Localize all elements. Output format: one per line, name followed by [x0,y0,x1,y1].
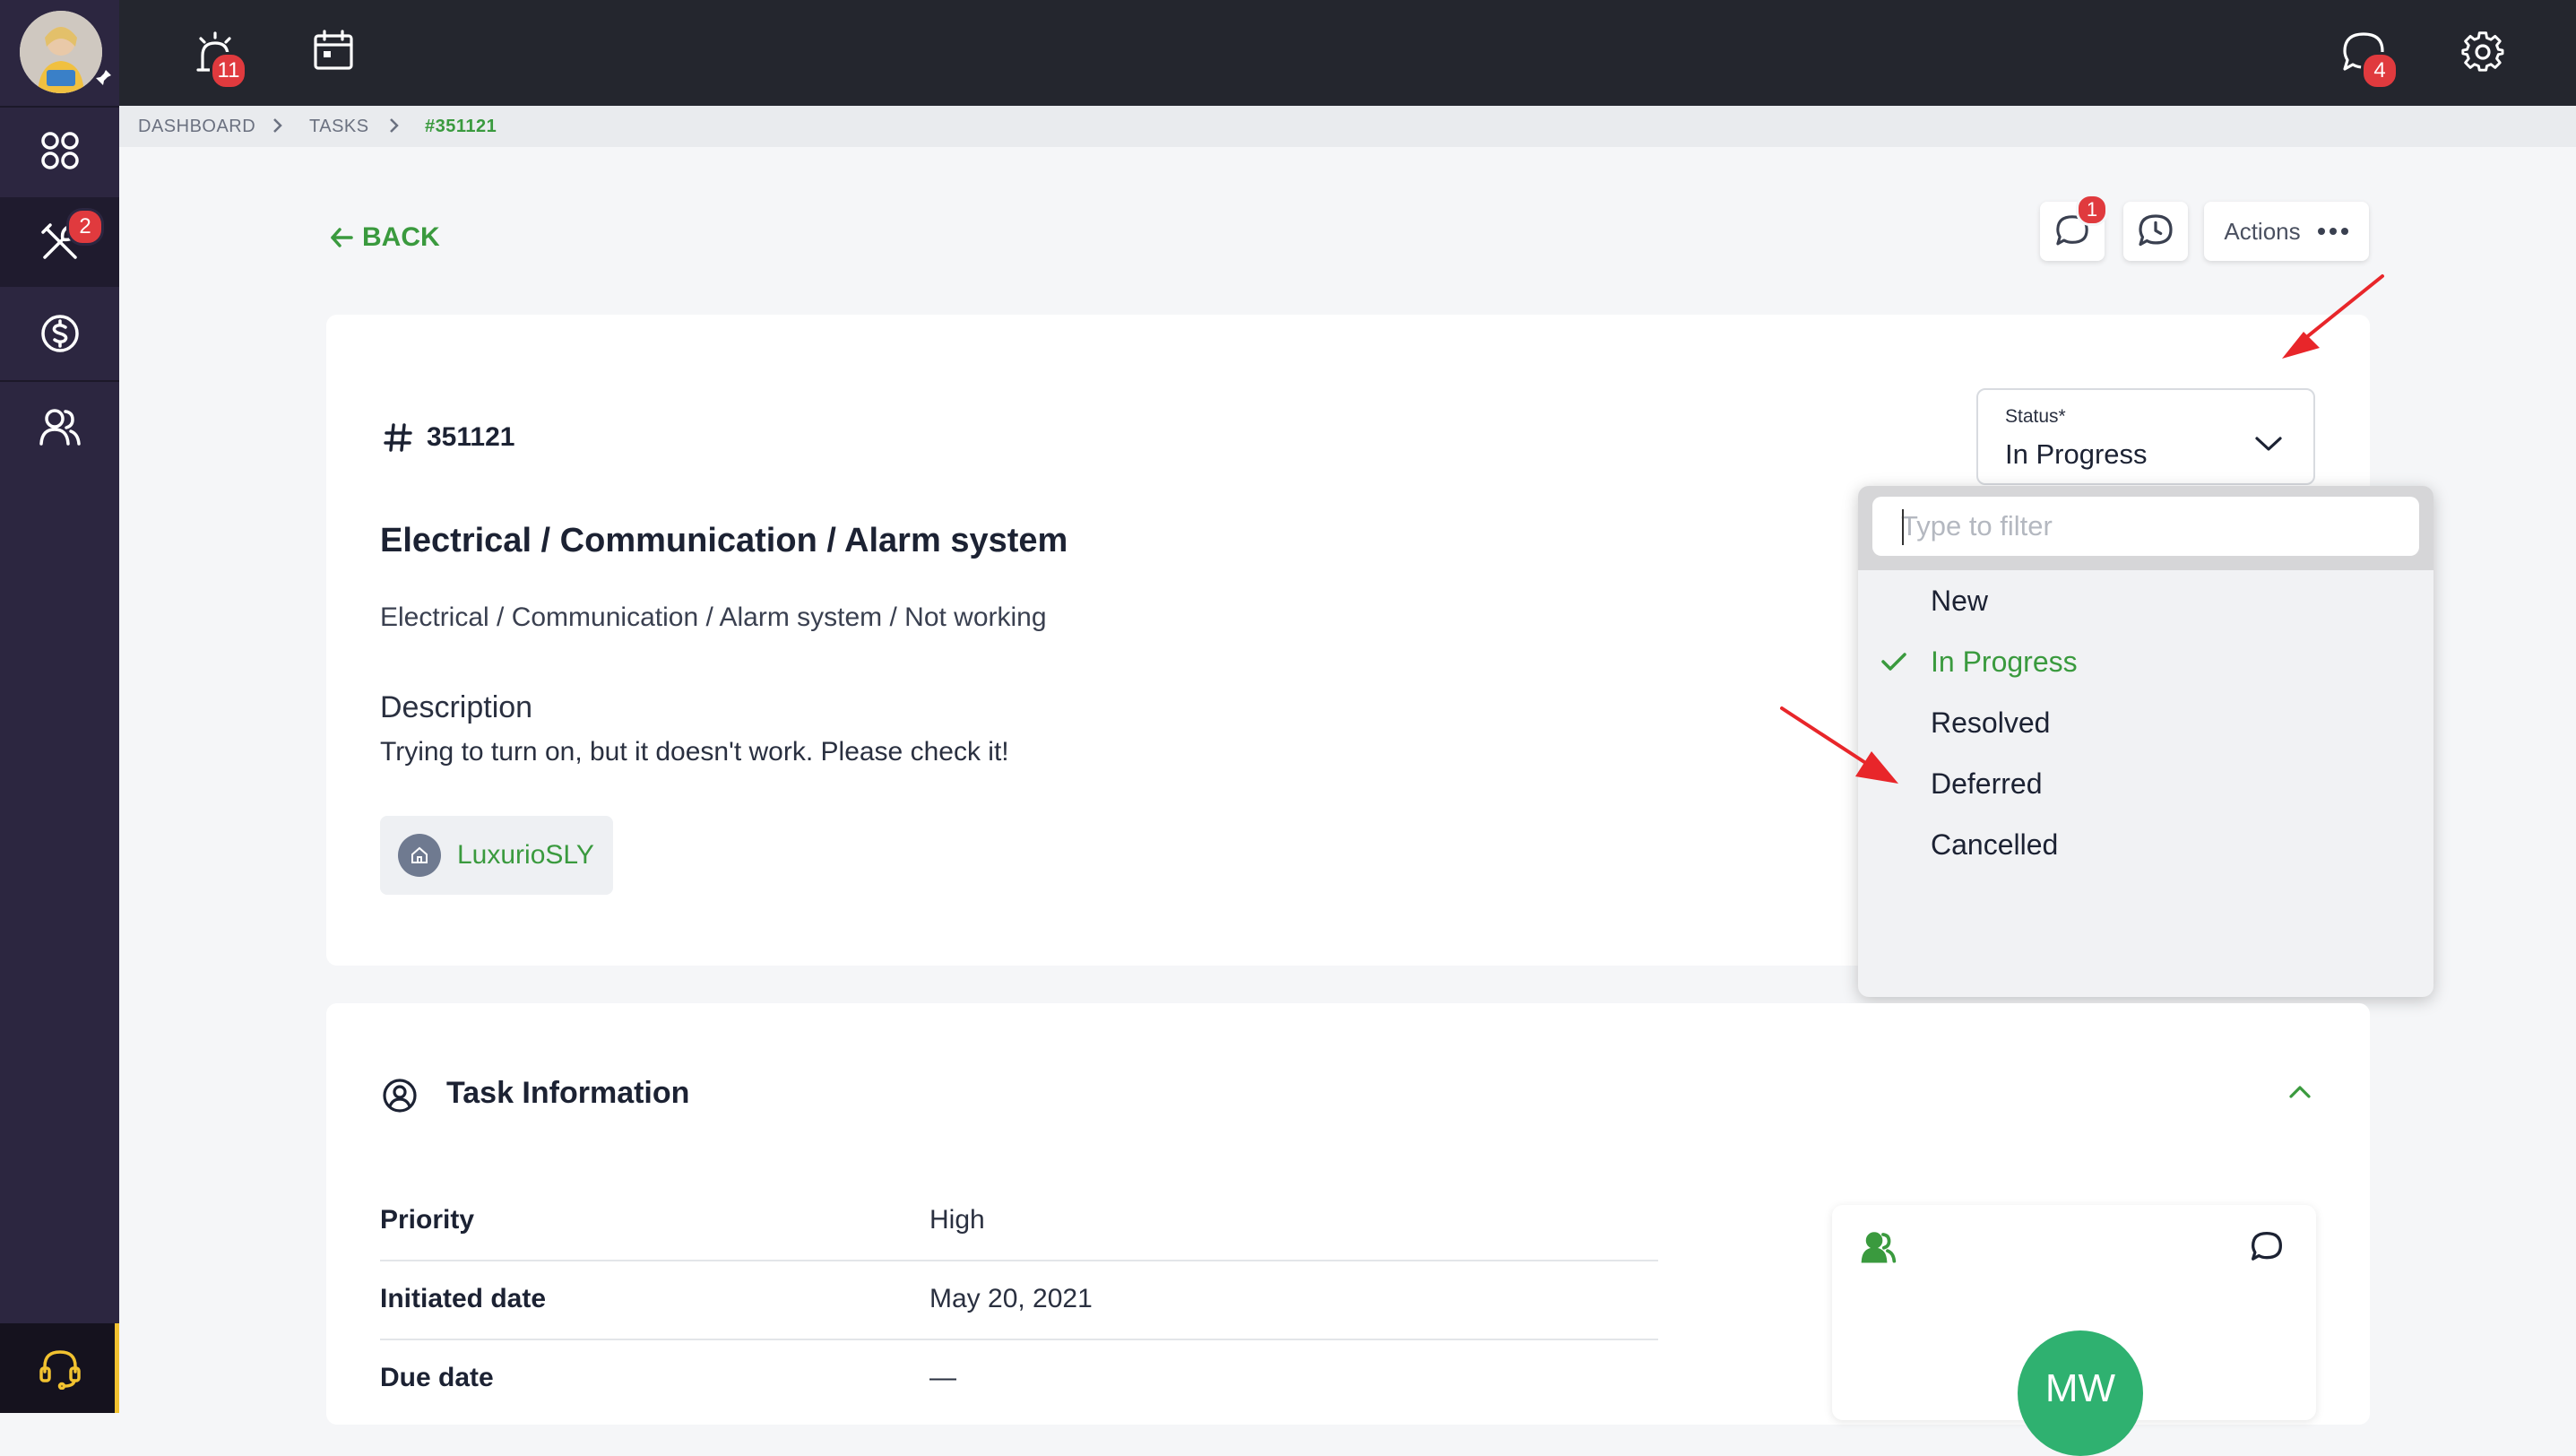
tasks-badge: 2 [66,208,104,246]
task-id: 351121 [382,421,514,454]
breadcrumb-dashboard[interactable]: DASHBOARD [138,117,255,137]
property-name: LuxurioSLY [457,840,594,870]
user-circle-icon [383,1079,417,1113]
apps-grid-icon [40,132,79,169]
assignee-avatar[interactable]: MW [2018,1330,2143,1456]
status-option-in-progress[interactable]: In Progress [1858,635,2433,690]
back-label: BACK [362,222,440,252]
chevron-down-icon [2255,437,2282,451]
chevron-up-icon[interactable] [2287,1083,2312,1101]
gear-icon [2461,31,2504,72]
status-select[interactable]: Status* In Progress [1976,388,2315,485]
property-chip[interactable]: LuxurioSLY [380,816,613,895]
users-icon [39,409,81,446]
chat-bubble-icon[interactable] [2250,1230,2284,1264]
status-filter-input[interactable] [1872,497,2419,556]
settings-button[interactable] [2458,27,2508,77]
sidebar: 2 [0,0,119,1413]
status-dropdown: New In Progress Resolved Deferred Cancel… [1858,486,2433,997]
alarms-badge: 11 [210,52,247,90]
actions-button[interactable]: Actions [2204,202,2369,261]
actions-label: Actions [2224,217,2301,245]
comments-badge: 1 [2076,194,2108,226]
status-option-resolved[interactable]: Resolved [1858,696,2433,751]
description-label: Description [380,690,533,724]
status-option-cancelled[interactable]: Cancelled [1858,818,2433,873]
history-button[interactable] [2123,202,2188,261]
pin-icon [93,68,113,92]
sidebar-item-tasks[interactable]: 2 [0,197,119,287]
headset-icon [39,1350,81,1390]
history-icon [2139,214,2173,247]
annotation-arrow [1780,706,1898,784]
calendar-icon [314,30,353,70]
back-button[interactable]: BACK [330,222,440,253]
arrow-left-icon [331,228,353,247]
users-icon [1861,1232,1897,1263]
support-button[interactable] [0,1323,119,1413]
due-date-value: — [929,1363,956,1392]
task-id-value: 351121 [427,422,515,452]
chevron-right-icon [390,118,399,133]
user-avatar[interactable] [20,11,102,93]
annotation-arrow [2282,274,2384,359]
sidebar-item-dashboard[interactable] [0,106,119,195]
more-dots-icon [2317,228,2348,235]
dollar-circle-icon [40,315,79,352]
check-icon [1881,653,1906,671]
calendar-button[interactable] [308,25,359,75]
initiated-date-label: Initiated date [380,1284,547,1313]
row-divider [380,1339,1658,1340]
breadcrumb-tasks[interactable]: TASKS [309,117,369,137]
status-value: In Progress [2005,438,2148,470]
hash-icon [384,423,412,452]
task-title: Electrical / Communication / Alarm syste… [380,522,1068,559]
top-bar [119,0,2576,106]
task-category-path: Electrical / Communication / Alarm syste… [380,602,1047,632]
sidebar-item-users[interactable] [0,382,119,472]
priority-label: Priority [380,1205,475,1235]
filter-container [1858,486,2433,570]
initiated-date-value: May 20, 2021 [929,1284,1093,1313]
task-info-title: Task Information [446,1076,690,1110]
home-icon [398,834,441,877]
due-date-label: Due date [380,1363,494,1392]
support-accent [115,1323,119,1413]
status-label: Status* [2005,406,2066,427]
row-divider [380,1260,1658,1261]
status-option-deferred[interactable]: Deferred [1858,757,2433,812]
status-option-new[interactable]: New [1858,574,2433,629]
sidebar-item-finance[interactable] [0,289,119,378]
description-text: Trying to turn on, but it doesn't work. … [380,737,1009,767]
messages-badge: 4 [2361,52,2399,90]
chevron-right-icon [273,118,282,133]
breadcrumb-current: #351121 [425,117,497,136]
priority-value: High [929,1205,985,1235]
text-cursor [1902,509,1904,545]
